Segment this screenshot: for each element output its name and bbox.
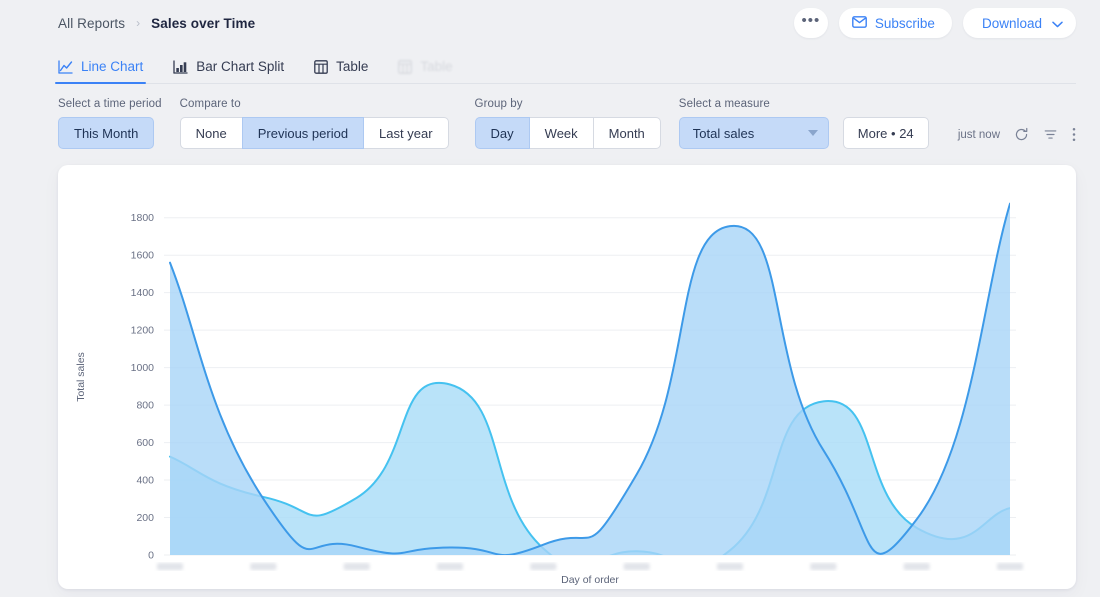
time-period-label: Select a time period — [58, 98, 162, 110]
measure-select[interactable]: Total sales — [678, 117, 829, 149]
y-axis-tick: 1800 — [131, 212, 155, 224]
control-more: More • 24 — [842, 98, 929, 149]
top-bar-actions: ••• Subscribe Download — [793, 8, 1076, 38]
sales-over-time-chart: 0 200 400 600 800 1000 1200 1400 1600 1800 Total … — [75, 202, 1023, 586]
controls-status-group: just now — [958, 127, 1076, 149]
x-axis-tick — [343, 563, 370, 570]
tab-bar-wrapper: Line Chart Bar Chart Split Table Table — [0, 46, 1100, 84]
group-by-month[interactable]: Month — [592, 117, 661, 149]
tab-line-chart-label: Line Chart — [81, 59, 144, 74]
chevron-down-icon — [1052, 16, 1063, 31]
y-axis-tick: 800 — [136, 400, 154, 412]
x-axis-tick — [250, 563, 277, 570]
ellipsis-icon: ••• — [801, 12, 821, 29]
y-axis-tick: 0 — [148, 550, 154, 562]
y-axis-tick: 1000 — [131, 362, 155, 374]
tab-bar-chart-split[interactable]: Bar Chart Split — [173, 59, 284, 83]
compare-to-segmented: None Previous period Last year — [179, 117, 449, 149]
chart-card: 0 200 400 600 800 1000 1200 1400 1600 1800 Total … — [58, 165, 1076, 589]
download-button[interactable]: Download — [962, 8, 1076, 38]
filter-icon[interactable] — [1043, 127, 1058, 142]
x-axis-tick — [717, 563, 743, 570]
x-axis-tick — [623, 563, 650, 570]
measure-selected-value: Total sales — [692, 125, 755, 141]
compare-to-last-year[interactable]: Last year — [363, 117, 449, 149]
tab-table-ghost-label: Table — [420, 59, 453, 74]
x-axis-tick — [530, 563, 557, 570]
group-by-segmented: Day Week Month — [474, 117, 661, 149]
time-period-segmented: This Month — [58, 117, 162, 149]
overflow-menu-button[interactable]: ••• — [793, 8, 828, 38]
x-axis-tick — [997, 563, 1023, 570]
group-by-day[interactable]: Day — [474, 117, 530, 149]
chart-series-group — [169, 202, 1010, 555]
tab-bar: Line Chart Bar Chart Split Table Table — [54, 46, 1076, 84]
x-axis-tick — [903, 563, 930, 570]
control-time-period: Select a time period This Month — [58, 98, 162, 149]
table-icon — [314, 59, 328, 74]
more-vertical-icon[interactable] — [1072, 127, 1076, 142]
tab-line-chart[interactable]: Line Chart — [54, 59, 147, 84]
breadcrumb-all-reports[interactable]: All Reports — [58, 16, 125, 31]
control-group-by: Group by Day Week Month — [474, 98, 661, 149]
control-compare-to: Compare to None Previous period Last yea… — [179, 98, 449, 149]
y-axis-tick: 1200 — [131, 325, 155, 337]
tab-bar-chart-split-label: Bar Chart Split — [196, 59, 285, 74]
measure-label: Select a measure — [678, 98, 770, 110]
line-chart-icon — [58, 59, 73, 74]
chart-y-axis-labels: 0 200 400 600 800 1000 1200 1400 1600 1800 — [131, 212, 155, 561]
refresh-icon[interactable] — [1014, 127, 1029, 142]
top-bar: All Reports › Sales over Time ••• Subscr… — [0, 0, 1100, 46]
y-axis-tick: 1400 — [131, 287, 155, 299]
bar-chart-icon — [173, 59, 188, 74]
y-axis-tick: 1600 — [131, 250, 155, 262]
subscribe-label: Subscribe — [874, 15, 935, 31]
chart-x-axis-title: Day of order — [561, 574, 619, 586]
group-by-week[interactable]: Week — [528, 117, 594, 149]
page-title: Sales over Time — [151, 15, 256, 31]
time-period-this-month[interactable]: This Month — [58, 117, 155, 149]
chart-x-axis-labels — [157, 563, 1023, 570]
y-axis-tick: 600 — [136, 437, 154, 449]
y-axis-tick: 200 — [136, 512, 154, 524]
tab-table[interactable]: Table — [314, 59, 368, 83]
tab-table-label: Table — [336, 59, 369, 74]
compare-to-label: Compare to — [179, 98, 241, 110]
breadcrumb-separator-icon: › — [136, 16, 141, 30]
breadcrumb: All Reports › Sales over Time — [58, 16, 255, 31]
group-by-label: Group by — [474, 98, 523, 110]
x-axis-tick — [437, 563, 463, 570]
compare-to-previous-period[interactable]: Previous period — [241, 117, 365, 149]
chevron-down-icon — [807, 130, 818, 136]
last-refreshed-label: just now — [957, 128, 1000, 141]
table-icon — [398, 59, 413, 74]
subscribe-button[interactable]: Subscribe — [838, 8, 952, 38]
mail-icon — [852, 15, 867, 31]
x-axis-tick — [810, 563, 837, 570]
control-measure: Select a measure Total sales — [678, 98, 829, 149]
compare-to-none[interactable]: None — [179, 117, 243, 149]
download-label: Download — [981, 15, 1042, 31]
more-measures-button[interactable]: More • 24 — [842, 117, 929, 149]
controls-bar: Select a time period This Month Compare … — [0, 84, 1100, 149]
y-axis-tick: 400 — [136, 475, 154, 487]
tab-table-ghost: Table — [398, 59, 453, 83]
x-axis-tick — [157, 563, 183, 570]
chart-y-axis-title: Total sales — [75, 352, 87, 402]
